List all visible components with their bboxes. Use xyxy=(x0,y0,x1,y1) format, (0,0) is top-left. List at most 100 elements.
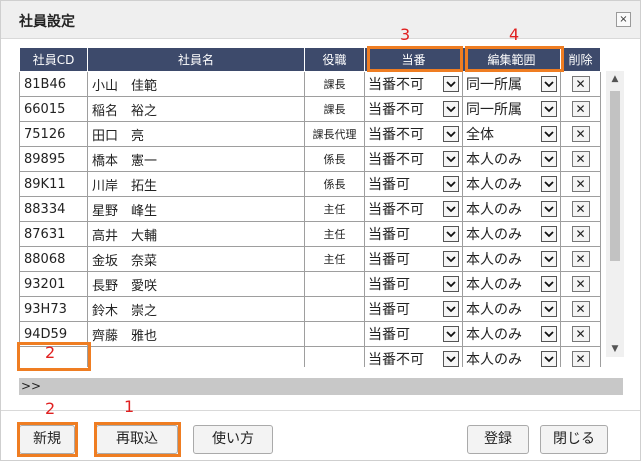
scroll-down-icon[interactable]: ▼ xyxy=(606,341,624,357)
scope-select[interactable]: 本人のみ xyxy=(466,249,557,270)
duty-select-value: 当番不可 xyxy=(368,202,424,218)
duty-select-value: 当番不可 xyxy=(368,352,424,367)
chevron-down-icon[interactable] xyxy=(443,326,459,342)
scroll-up-icon[interactable]: ▲ xyxy=(606,71,624,87)
duty-select[interactable]: 当番不可 xyxy=(368,199,459,220)
duty-cell: 当番可 xyxy=(364,246,463,272)
employee-cd-cell: 75126 xyxy=(19,121,88,147)
grid-pager[interactable]: >> xyxy=(19,378,623,395)
delete-row-button[interactable]: ✕ xyxy=(571,201,590,217)
delete-row-button[interactable]: ✕ xyxy=(571,151,590,167)
scope-select[interactable]: 全体 xyxy=(466,124,557,145)
chevron-down-icon[interactable] xyxy=(541,301,557,317)
duty-select[interactable]: 当番可 xyxy=(368,174,459,195)
scope-select-value: 同一所属 xyxy=(466,77,522,93)
chevron-down-icon[interactable] xyxy=(541,101,557,117)
chevron-down-icon[interactable] xyxy=(443,301,459,317)
employee-name-cell: 長野 愛咲 xyxy=(87,271,305,297)
chevron-down-icon[interactable] xyxy=(443,126,459,142)
delete-row-button[interactable]: ✕ xyxy=(571,251,590,267)
scope-select[interactable]: 本人のみ xyxy=(466,224,557,245)
chevron-down-icon[interactable] xyxy=(443,176,459,192)
duty-select[interactable]: 当番可 xyxy=(368,299,459,320)
chevron-down-icon[interactable] xyxy=(541,326,557,342)
duty-select[interactable]: 当番不可 xyxy=(368,149,459,170)
table-row: 87631 高井 大輔 主任 当番可 本人のみ ✕ xyxy=(19,221,601,247)
delete-row-button[interactable]: ✕ xyxy=(571,226,590,242)
chevron-down-icon[interactable] xyxy=(541,276,557,292)
delete-row-button[interactable]: ✕ xyxy=(571,126,590,142)
duty-select[interactable]: 当番可 xyxy=(368,249,459,270)
scope-select[interactable]: 本人のみ xyxy=(466,149,557,170)
delete-cell: ✕ xyxy=(560,96,601,122)
grid-scrollbar[interactable]: ▲ ▼ xyxy=(606,71,624,357)
footer-divider xyxy=(1,410,640,411)
employee-cd-cell: 88334 xyxy=(19,196,88,222)
chevron-down-icon[interactable] xyxy=(443,351,459,367)
column-header-position[interactable]: 役職 xyxy=(304,47,365,72)
duty-select[interactable]: 当番不可 xyxy=(368,349,459,367)
delete-cell: ✕ xyxy=(560,346,601,367)
howto-button[interactable]: 使い方 xyxy=(193,425,273,454)
scope-select[interactable]: 本人のみ xyxy=(466,174,557,195)
chevron-down-icon[interactable] xyxy=(541,201,557,217)
duty-select[interactable]: 当番不可 xyxy=(368,124,459,145)
delete-row-button[interactable]: ✕ xyxy=(571,276,590,292)
close-icon[interactable]: × xyxy=(616,12,631,27)
scope-select[interactable]: 本人のみ xyxy=(466,274,557,295)
duty-select-value: 当番不可 xyxy=(368,102,424,118)
scope-select[interactable]: 同一所属 xyxy=(466,74,557,95)
duty-select[interactable]: 当番可 xyxy=(368,274,459,295)
duty-select-value: 当番可 xyxy=(368,327,410,343)
employee-name-cell: 鈴木 崇之 xyxy=(87,296,305,322)
chevron-down-icon[interactable] xyxy=(443,276,459,292)
scope-select[interactable]: 本人のみ xyxy=(466,349,557,367)
scope-select-value: 本人のみ xyxy=(466,302,522,318)
delete-cell: ✕ xyxy=(560,246,601,272)
delete-row-button[interactable]: ✕ xyxy=(571,176,590,192)
chevron-down-icon[interactable] xyxy=(443,151,459,167)
delete-row-button[interactable]: ✕ xyxy=(571,326,590,342)
delete-cell: ✕ xyxy=(560,121,601,147)
duty-cell: 当番不可 xyxy=(364,121,463,147)
table-row: 75126 田口 亮課長代理 当番不可 全体 ✕ xyxy=(19,121,601,147)
scope-select[interactable]: 本人のみ xyxy=(466,199,557,220)
chevron-down-icon[interactable] xyxy=(541,251,557,267)
register-button[interactable]: 登録 xyxy=(467,425,529,454)
delete-cell: ✕ xyxy=(560,221,601,247)
duty-select[interactable]: 当番不可 xyxy=(368,74,459,95)
column-header-employee-name[interactable]: 社員名 xyxy=(87,47,305,72)
position-cell: 主任 xyxy=(304,221,365,247)
position-cell xyxy=(304,271,365,297)
chevron-down-icon[interactable] xyxy=(541,126,557,142)
column-header-employee-cd[interactable]: 社員CD xyxy=(19,47,88,72)
delete-row-button[interactable]: ✕ xyxy=(571,101,590,117)
chevron-down-icon[interactable] xyxy=(443,251,459,267)
duty-select[interactable]: 当番可 xyxy=(368,224,459,245)
chevron-down-icon[interactable] xyxy=(443,201,459,217)
scope-cell: 全体 xyxy=(462,121,561,147)
chevron-down-icon[interactable] xyxy=(541,176,557,192)
duty-select[interactable]: 当番不可 xyxy=(368,99,459,120)
chevron-down-icon[interactable] xyxy=(541,226,557,242)
chevron-down-icon[interactable] xyxy=(541,76,557,92)
chevron-down-icon[interactable] xyxy=(443,101,459,117)
chevron-down-icon[interactable] xyxy=(541,151,557,167)
delete-row-button[interactable]: ✕ xyxy=(571,76,590,92)
chevron-down-icon[interactable] xyxy=(443,76,459,92)
table-row: 93201 長野 愛咲 当番可 本人のみ ✕ xyxy=(19,271,601,297)
scroll-thumb[interactable] xyxy=(610,91,620,261)
duty-select[interactable]: 当番可 xyxy=(368,324,459,345)
close-button[interactable]: 閉じる xyxy=(540,425,608,454)
delete-row-button[interactable]: ✕ xyxy=(571,351,590,367)
scope-select[interactable]: 本人のみ xyxy=(466,299,557,320)
scope-cell: 本人のみ xyxy=(462,271,561,297)
employee-cd-cell: 88068 xyxy=(19,246,88,272)
scope-select-value: 本人のみ xyxy=(466,277,522,293)
chevron-down-icon[interactable] xyxy=(443,226,459,242)
chevron-down-icon[interactable] xyxy=(541,351,557,367)
delete-row-button[interactable]: ✕ xyxy=(571,301,590,317)
scope-select[interactable]: 本人のみ xyxy=(466,324,557,345)
position-cell: 主任 xyxy=(304,246,365,272)
scope-select[interactable]: 同一所属 xyxy=(466,99,557,120)
